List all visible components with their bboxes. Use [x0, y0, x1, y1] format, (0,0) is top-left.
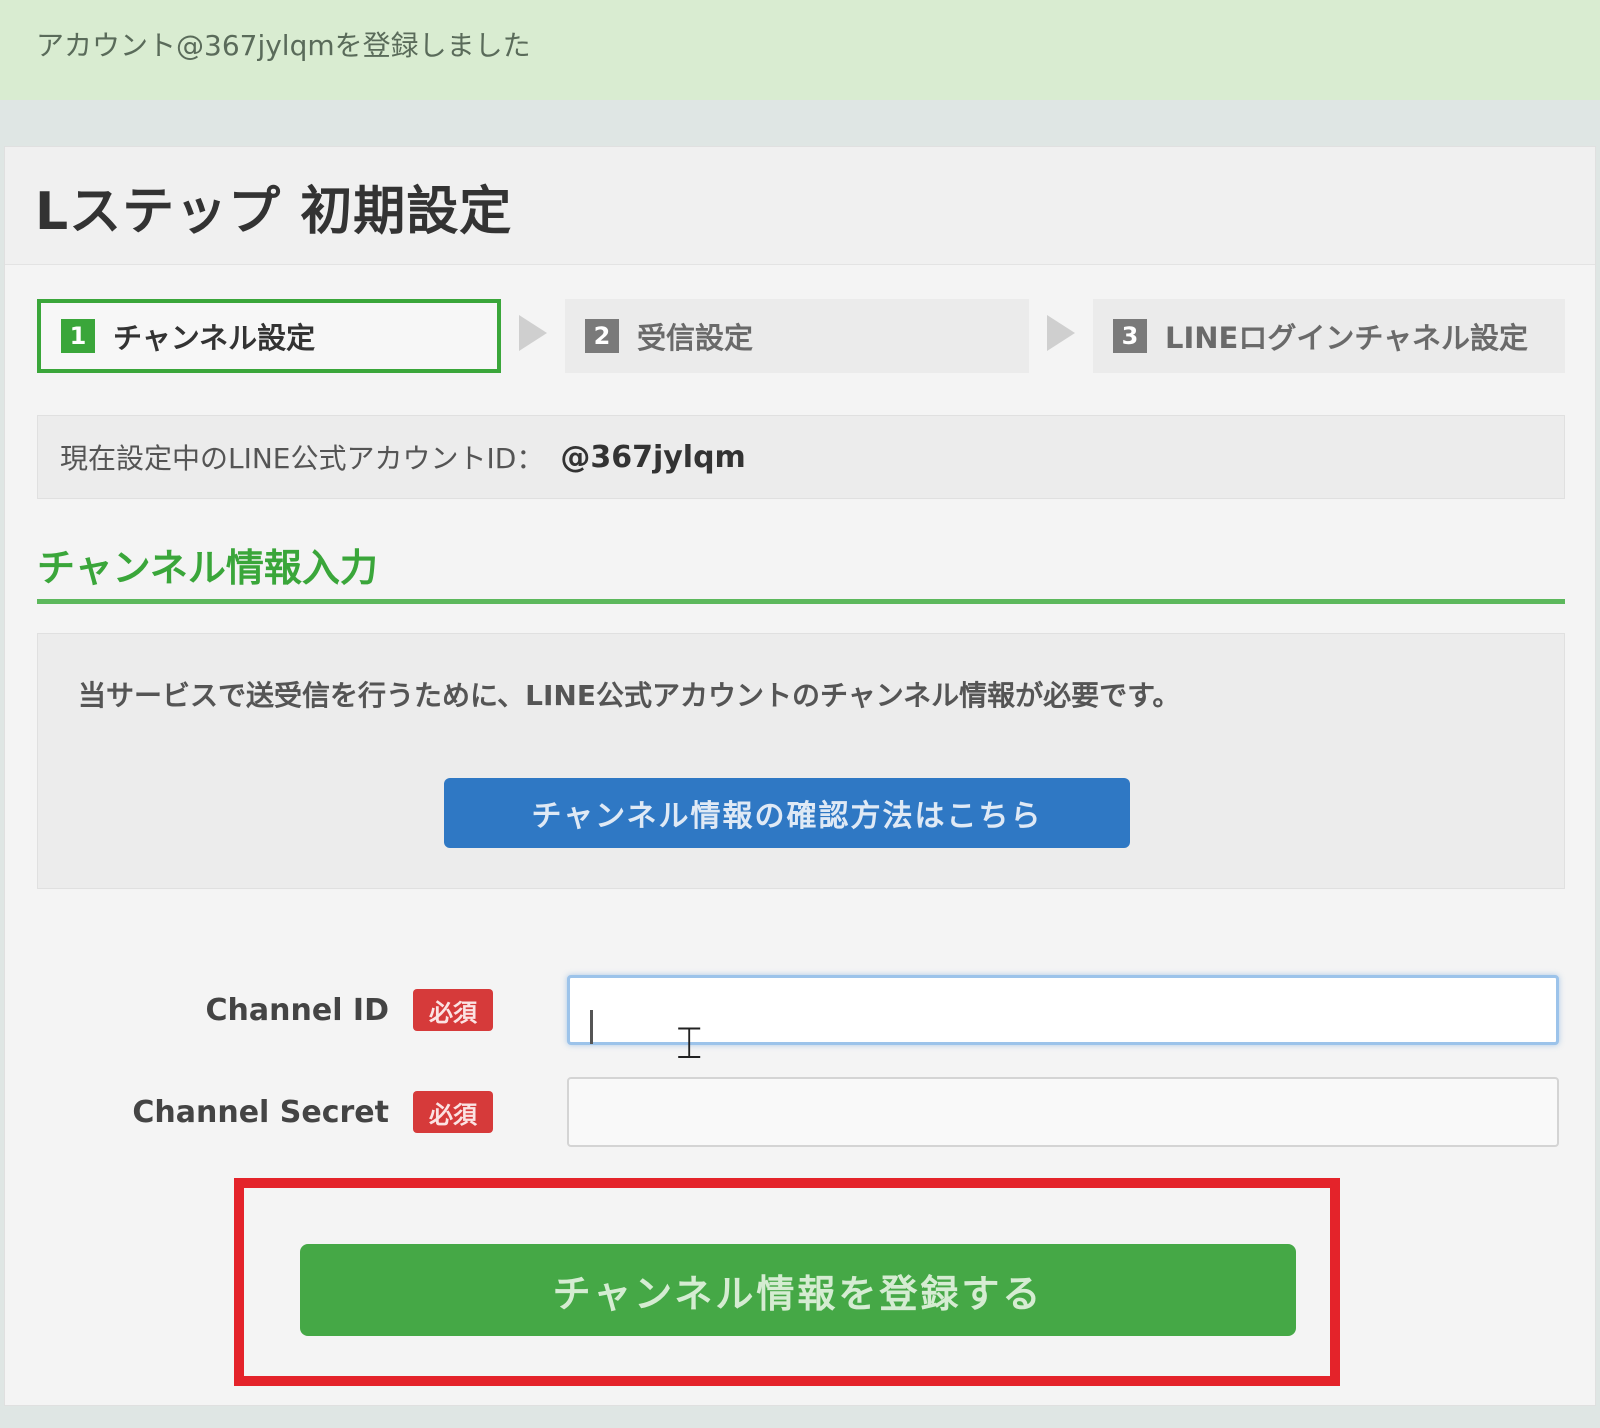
success-alert: アカウント@367jylqmを登録しました: [0, 0, 1600, 100]
required-badge: 必須: [413, 989, 493, 1031]
current-account-id: @367jylqm: [560, 439, 746, 475]
step-channel-settings[interactable]: 1 チャンネル設定: [37, 299, 501, 373]
step-arrow-icon: [1047, 315, 1075, 351]
section-divider: [37, 599, 1565, 604]
step-label: 受信設定: [637, 321, 754, 355]
step-number-badge: 2: [585, 319, 619, 353]
channel-info-help-button[interactable]: チャンネル情報の確認方法はこちら: [444, 778, 1130, 848]
step-label: LINEログインチャネル設定: [1165, 321, 1529, 355]
step-label: チャンネル設定: [113, 321, 316, 355]
step-number-badge: 3: [1113, 319, 1147, 353]
required-badge: 必須: [413, 1091, 493, 1133]
page-title: Lステップ 初期設定: [35, 182, 513, 242]
channel-id-input[interactable]: [567, 975, 1559, 1045]
channel-secret-label: Channel Secret: [132, 1095, 389, 1130]
step-receive-settings[interactable]: 2 受信設定: [565, 299, 1029, 373]
register-channel-button[interactable]: チャンネル情報を登録する: [300, 1244, 1296, 1336]
channel-id-label: Channel ID: [205, 993, 389, 1028]
section-heading: チャンネル情報入力: [37, 546, 378, 590]
text-cursor-icon: ⌶: [676, 1018, 703, 1069]
step-number-badge: 1: [61, 319, 95, 353]
channel-secret-input[interactable]: [567, 1077, 1559, 1147]
alert-message: アカウント@367jylqmを登録しました: [36, 29, 531, 62]
panel-header: Lステップ 初期設定: [5, 147, 1595, 265]
current-account-label: 現在設定中のLINE公式アカウントID：: [60, 442, 545, 475]
info-box: 当サービスで送受信を行うために、LINE公式アカウントのチャンネル情報が必要です…: [37, 633, 1565, 889]
text-caret: [590, 1010, 593, 1044]
info-text: 当サービスで送受信を行うために、LINE公式アカウントのチャンネル情報が必要です…: [78, 679, 1181, 712]
step-line-login-settings[interactable]: 3 LINEログインチャネル設定: [1093, 299, 1565, 373]
current-account-box: 現在設定中のLINE公式アカウントID： @367jylqm: [37, 415, 1565, 499]
step-arrow-icon: [519, 315, 547, 351]
